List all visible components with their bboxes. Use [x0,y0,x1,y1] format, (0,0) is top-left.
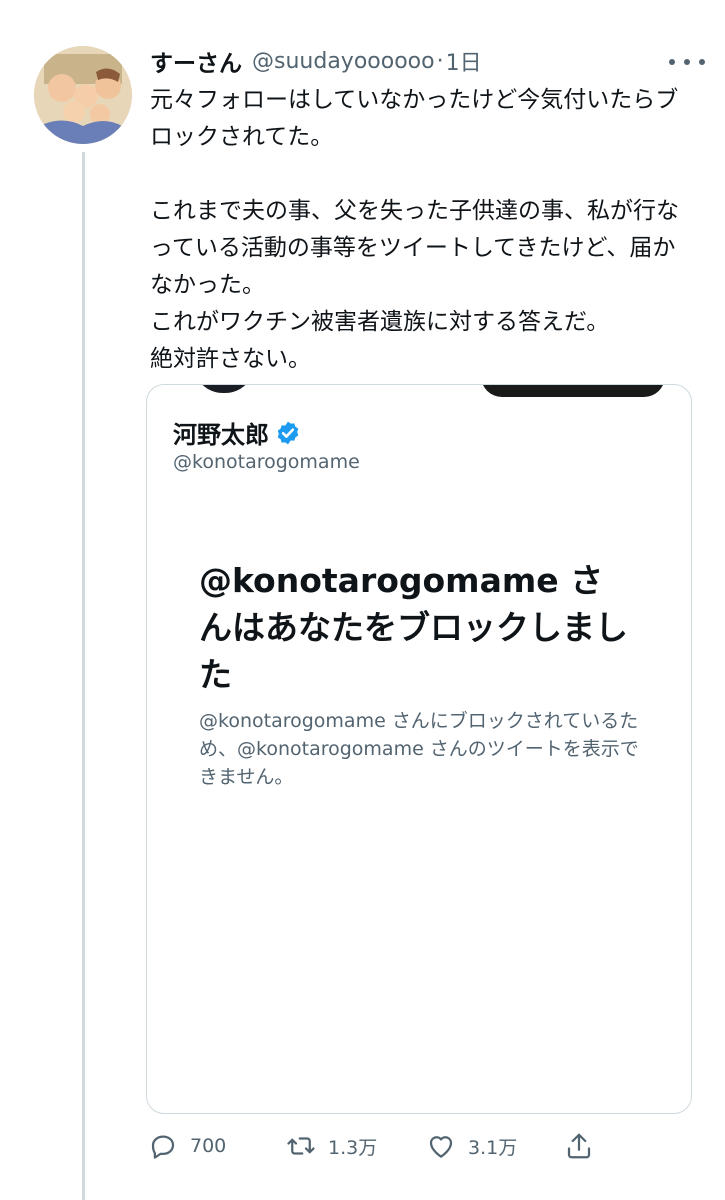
like-button[interactable]: 3.1万 [426,1126,517,1166]
tweet-time[interactable]: 1日 [446,45,482,77]
verified-icon [277,421,299,444]
reply-button[interactable]: 700 [148,1126,226,1166]
avatar[interactable] [34,46,132,144]
display-name[interactable]: すーさん [150,44,242,78]
tweet-header: すーさん @suudayoooooo · 1日 [150,44,482,78]
like-count: 3.1万 [468,1136,518,1159]
thread-line [82,152,85,1200]
retweet-button[interactable]: 1.3万 [286,1126,377,1166]
retweet-icon [287,1137,315,1155]
card-display-name: 河野太郎 [173,421,269,449]
like-icon [429,1136,453,1158]
tweet-text: 元々フォローはしていなかったけど今気付いたらブロックされてた。 これまで夫の事、… [150,87,679,372]
card-name-row: 河野太郎 [173,415,301,450]
reply-count: 700 [190,1135,227,1157]
avatar-illustration [34,46,132,144]
user-handle[interactable]: @suudayoooooo [252,49,435,74]
share-button[interactable] [564,1126,594,1166]
card-profile-avatar [193,385,255,393]
reply-icon [151,1135,175,1159]
separator-dot: · [436,48,444,74]
more-icon[interactable] [669,56,705,68]
card-profile-button [481,385,665,397]
blocked-description: @konotarogomame さんにブロックされているため、@konotaro… [199,710,639,788]
tweet-actions: 700 1.3万 3.1万 [146,1126,706,1166]
blocked-title: @konotarogomame さんはあなたをブロックしました [199,561,628,694]
retweet-count: 1.3万 [328,1136,378,1159]
share-icon [567,1133,591,1159]
embedded-screenshot-card[interactable]: 河野太郎 @konotarogomame @konotarogomame さんは… [146,384,692,1114]
card-handle: @konotarogomame [173,451,360,473]
